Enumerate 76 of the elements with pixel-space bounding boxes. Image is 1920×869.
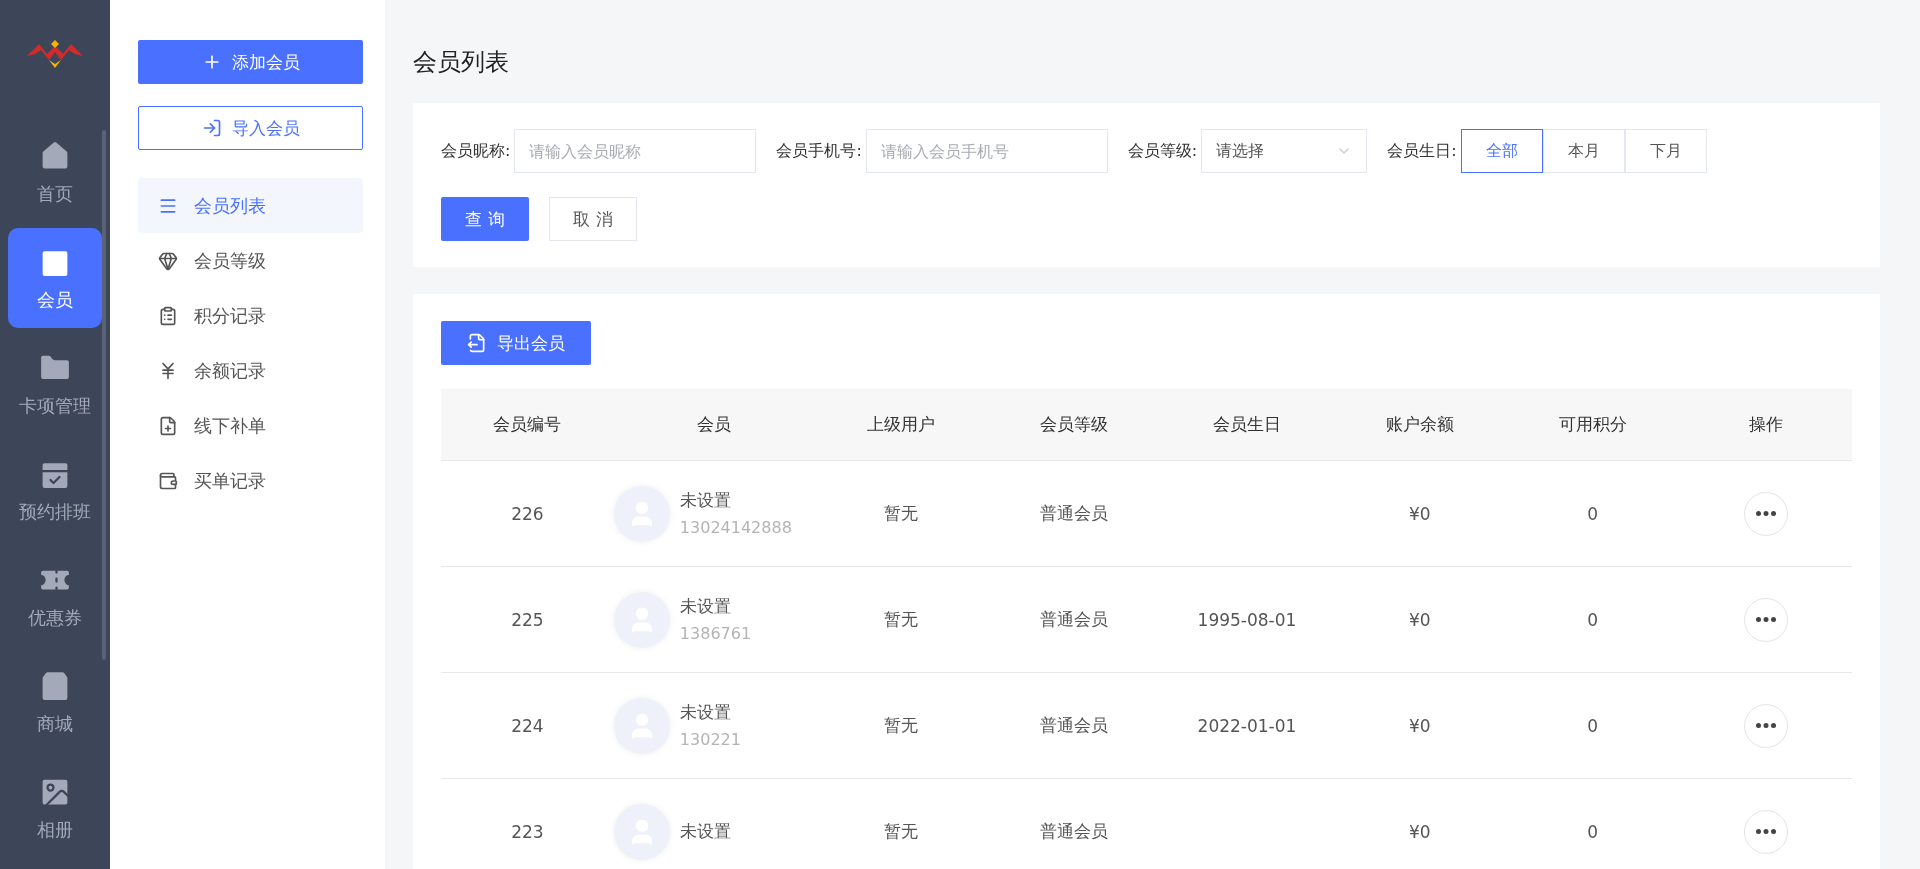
table-cell: 普通会员 (1040, 608, 1109, 631)
gem-icon (158, 250, 178, 271)
submenu-item[interactable]: 余额记录 (138, 343, 363, 398)
nav-item[interactable]: 首页 (8, 122, 102, 222)
column-header: 上级用户 (814, 389, 988, 461)
birthday-option[interactable]: 本月 (1542, 129, 1625, 173)
input-field[interactable]: 请输入会员昵称 (514, 129, 757, 173)
member-phone: 13024142888 (679, 518, 793, 538)
table-cell: 224 (511, 715, 544, 736)
member-name: 未设置 (679, 820, 732, 843)
table-cell: 普通会员 (1040, 714, 1109, 737)
member-name: 未设置 (679, 489, 732, 512)
table-cell: 普通会员 (1040, 820, 1109, 843)
member-phone: 1386761 (679, 624, 753, 644)
table-cell: 0 (1587, 503, 1599, 524)
nav-item[interactable]: 卡项管理 (8, 334, 102, 434)
column-header: 会员等级 (987, 389, 1161, 461)
field-label: 会员手机号: (776, 140, 862, 162)
nav-item[interactable]: 相册 (8, 758, 102, 858)
field-label: 会员昵称: (441, 140, 511, 162)
table-cell: ¥0 (1409, 609, 1431, 630)
input-field[interactable]: 请输入会员手机号 (865, 129, 1108, 173)
member-phone: 130221 (679, 730, 742, 750)
more-icon (1755, 511, 1776, 516)
table-cell: 暂无 (884, 820, 919, 843)
field-label: 会员生日: (1387, 140, 1457, 162)
add-member-button[interactable]: 添加会员 (138, 40, 363, 84)
cancel-button[interactable]: 取 消 (549, 197, 637, 241)
page-title: 会员列表 (413, 47, 510, 78)
table-cell: ¥0 (1409, 715, 1431, 736)
birthday-option[interactable]: 下月 (1624, 129, 1707, 173)
more-icon (1755, 723, 1776, 728)
column-header: 账户余额 (1333, 389, 1507, 461)
search-button[interactable]: 查 询 (441, 197, 529, 241)
column-header: 会员生日 (1160, 389, 1334, 461)
member-name: 未设置 (679, 701, 732, 724)
submenu-item[interactable]: 买单记录 (138, 453, 363, 508)
table-cell: 暂无 (884, 714, 919, 737)
column-header: 会员 (613, 389, 815, 461)
level-select[interactable]: 请选择 (1201, 129, 1368, 173)
nav-item[interactable]: 优惠券 (8, 546, 102, 646)
table-cell: 0 (1587, 715, 1599, 736)
wallet-icon (158, 470, 178, 491)
member-name: 未设置 (679, 595, 732, 618)
table-cell: 2022-01-01 (1197, 715, 1297, 736)
column-header: 操作 (1679, 389, 1852, 461)
submenu-item[interactable]: 会员等级 (138, 233, 363, 288)
submenu-item[interactable]: 会员列表 (138, 178, 363, 233)
clipboard-icon (158, 305, 178, 326)
login-icon (201, 118, 222, 138)
more-icon (1755, 829, 1776, 834)
table-cell: 1995-08-01 (1197, 609, 1297, 630)
export-icon (467, 333, 487, 353)
table-cell: 暂无 (884, 502, 919, 525)
nav-item[interactable]: 预约排班 (8, 440, 102, 540)
table-cell: 226 (511, 503, 544, 524)
table-cell: ¥0 (1409, 503, 1431, 524)
file-plus-icon (158, 415, 178, 436)
field-label: 会员等级: (1127, 140, 1198, 162)
birthday-option[interactable]: 全部 (1460, 129, 1543, 173)
import-member-button[interactable]: 导入会员 (138, 106, 363, 150)
column-header: 会员编号 (441, 389, 614, 461)
table-cell: 普通会员 (1040, 502, 1109, 525)
table-cell: 暂无 (884, 608, 919, 631)
nav-item[interactable]: 会员 (8, 228, 102, 328)
submenu-item[interactable]: 线下补单 (138, 398, 363, 453)
nav-item[interactable]: 商城 (8, 652, 102, 752)
table-cell: 223 (511, 821, 544, 842)
table-cell: ¥0 (1409, 821, 1431, 842)
table-cell: 225 (511, 609, 544, 630)
more-icon (1755, 617, 1776, 622)
column-header: 可用积分 (1506, 389, 1680, 461)
submenu-item[interactable]: 积分记录 (138, 288, 363, 343)
table-cell: 0 (1587, 609, 1599, 630)
export-button[interactable]: 导出会员 (441, 321, 591, 365)
table-cell: 0 (1587, 821, 1599, 842)
